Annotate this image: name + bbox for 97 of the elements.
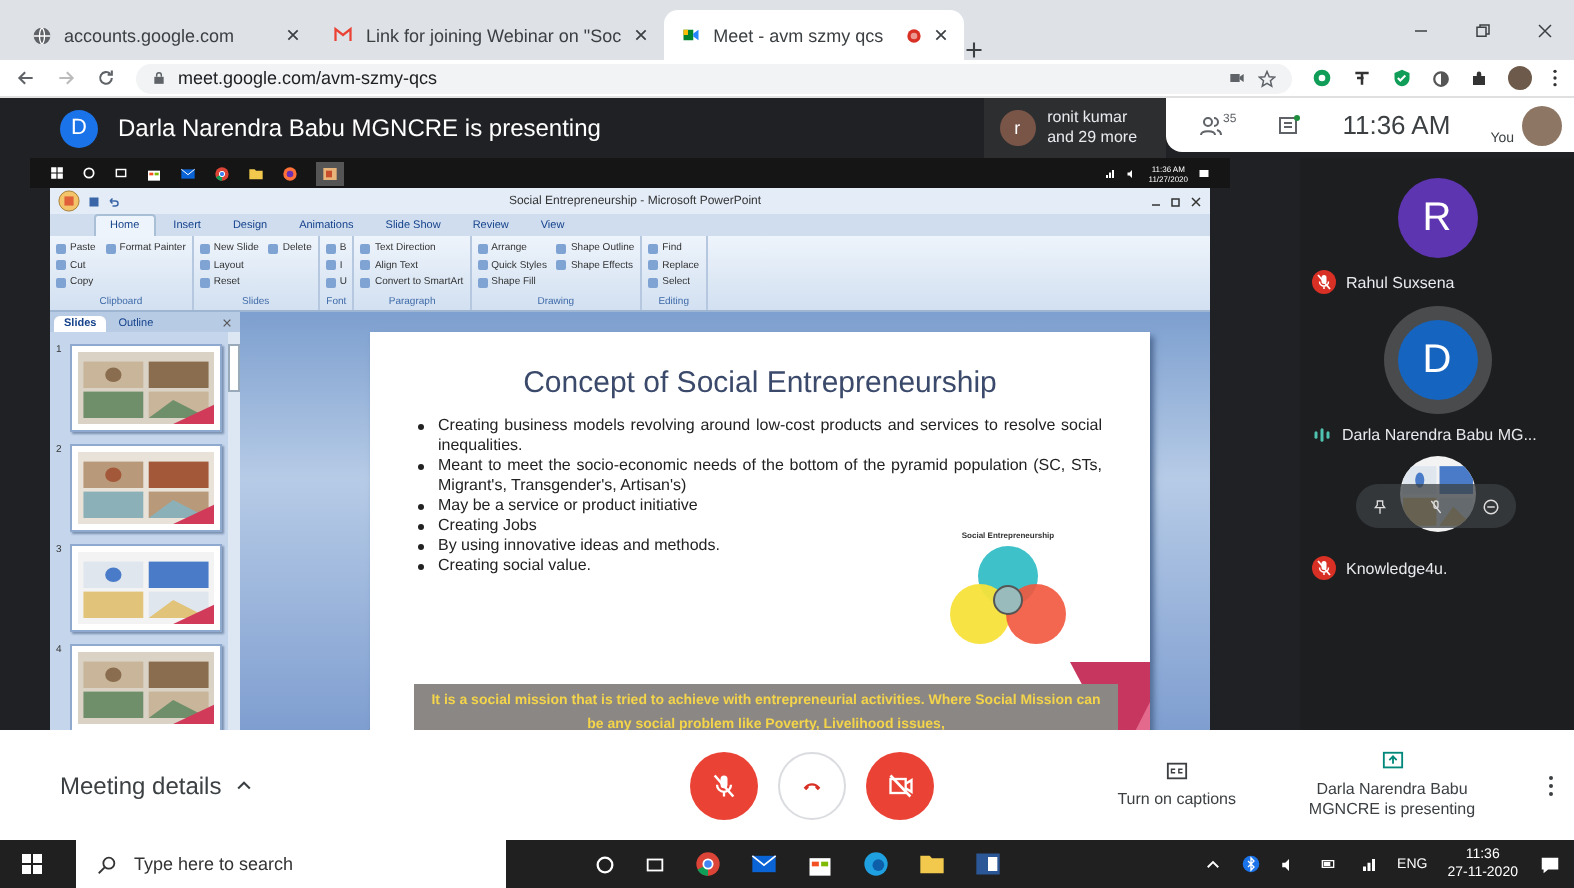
extension-circle-icon[interactable] bbox=[1312, 68, 1332, 88]
bullet-point: Meant to meet the socio-economic needs of the bottom of the pyramid population (SC, STs, Migrant's, Transgender's, Artisan's) bbox=[418, 456, 1102, 496]
store-icon[interactable] bbox=[146, 165, 162, 181]
close-icon[interactable] bbox=[286, 28, 300, 42]
mail-app-icon[interactable] bbox=[750, 850, 778, 878]
chevron-up-icon[interactable] bbox=[1203, 855, 1222, 873]
pin-icon[interactable] bbox=[1372, 497, 1388, 515]
participant-avatar: R bbox=[1397, 178, 1477, 258]
circle-icon[interactable] bbox=[1432, 69, 1450, 87]
bullet-point: May be a service or product initiative bbox=[418, 496, 1102, 516]
camera-off-icon bbox=[885, 771, 915, 799]
undo-icon[interactable] bbox=[108, 195, 120, 207]
notifications-icon[interactable] bbox=[1538, 853, 1562, 875]
search-icon bbox=[96, 853, 118, 875]
camera-icon[interactable] bbox=[1228, 70, 1246, 86]
mic-off-icon[interactable] bbox=[1427, 497, 1443, 515]
more-icon[interactable] bbox=[1548, 773, 1554, 797]
puzzle-icon[interactable] bbox=[1470, 69, 1488, 87]
network-icon bbox=[1104, 167, 1117, 179]
mic-off-icon bbox=[1312, 556, 1336, 580]
people-icon bbox=[1197, 113, 1224, 137]
mail-icon bbox=[332, 26, 354, 44]
participant-name: Rahul Suxsena bbox=[1346, 273, 1455, 291]
firefox-icon[interactable] bbox=[282, 165, 298, 181]
cortana-icon[interactable] bbox=[82, 166, 96, 180]
restore-icon[interactable] bbox=[1474, 21, 1492, 39]
close-icon[interactable] bbox=[633, 28, 648, 42]
participants-chip[interactable]: r ronit kumar and 29 more bbox=[983, 98, 1166, 158]
mic-off-icon bbox=[1312, 270, 1336, 294]
close-icon[interactable] bbox=[1190, 195, 1202, 207]
folder-icon[interactable] bbox=[918, 850, 946, 878]
notification-icon bbox=[1198, 167, 1210, 179]
more-icon[interactable] bbox=[1552, 68, 1558, 88]
office-button-icon[interactable] bbox=[58, 190, 80, 212]
chat-icon[interactable] bbox=[1276, 113, 1303, 137]
folder-icon[interactable] bbox=[248, 165, 264, 181]
bullet-point: Creating social value. bbox=[418, 556, 1102, 576]
participant-name: Darla Narendra Babu MG... bbox=[1342, 426, 1537, 444]
save-icon[interactable] bbox=[88, 195, 100, 207]
slide-title: Concept of Social Entrepreneurship bbox=[521, 366, 999, 400]
slide-thumbnail[interactable] bbox=[70, 444, 222, 532]
participant-avatar: D bbox=[1397, 320, 1477, 400]
video-camera-icon bbox=[679, 26, 702, 44]
presenter-avatar: D bbox=[60, 109, 98, 147]
powerpoint-icon bbox=[322, 165, 338, 181]
shield-check-icon[interactable] bbox=[1392, 68, 1412, 88]
remove-icon[interactable] bbox=[1482, 497, 1500, 515]
present-screen-icon bbox=[1379, 750, 1405, 772]
slide-thumbnail[interactable] bbox=[70, 544, 222, 632]
back-icon[interactable] bbox=[16, 68, 36, 88]
presenter-status: Darla Narendra Babu MGNCRE is presenting bbox=[118, 114, 601, 142]
globe-icon bbox=[32, 25, 52, 45]
scrollbar-thumb[interactable] bbox=[228, 344, 240, 392]
star-icon[interactable] bbox=[1258, 69, 1276, 87]
edge-icon[interactable] bbox=[862, 850, 890, 878]
browser-icon[interactable] bbox=[214, 165, 230, 181]
audio-level-icon bbox=[1312, 426, 1332, 444]
new-tab-icon[interactable] bbox=[963, 40, 984, 60]
lock-icon bbox=[152, 70, 166, 86]
battery-icon[interactable] bbox=[1317, 856, 1340, 872]
presentation-button[interactable]: Darla Narendra Babu MGNCRE is presenting bbox=[1280, 750, 1504, 820]
restore-icon[interactable] bbox=[1170, 195, 1182, 207]
reload-icon[interactable] bbox=[96, 68, 116, 88]
taskbar-search-field[interactable]: Type here to search bbox=[76, 840, 506, 888]
powerpoint-taskbar-button[interactable] bbox=[316, 161, 344, 185]
meeting-clock: 11:36 AM bbox=[1342, 110, 1451, 140]
captions-button[interactable]: Turn on captions bbox=[1117, 760, 1236, 810]
windows-start-icon[interactable] bbox=[20, 852, 44, 876]
task-view-icon[interactable] bbox=[644, 853, 666, 875]
slide-thumbnail[interactable] bbox=[70, 644, 222, 730]
network-icon[interactable] bbox=[1359, 855, 1378, 873]
browser-tab[interactable]: Link for joining Webinar on "Soc bbox=[316, 10, 664, 60]
mail-app-icon[interactable] bbox=[180, 165, 196, 181]
profile-avatar[interactable] bbox=[1508, 66, 1532, 90]
cortana-icon[interactable] bbox=[594, 853, 616, 875]
camera-button[interactable] bbox=[866, 751, 934, 819]
extension-glyph-icon[interactable] bbox=[1352, 68, 1372, 88]
task-view-icon[interactable] bbox=[114, 166, 128, 180]
address-bar[interactable]: meet.google.com/avm-szmy-qcs bbox=[136, 63, 1292, 93]
word-icon[interactable] bbox=[974, 850, 1002, 878]
bluetooth-icon[interactable] bbox=[1241, 854, 1260, 874]
slide-thumbnail[interactable] bbox=[70, 344, 222, 432]
mic-off-icon bbox=[710, 771, 738, 799]
venn-diagram-drawing bbox=[946, 540, 1070, 650]
close-icon[interactable] bbox=[933, 28, 948, 42]
self-avatar bbox=[1522, 105, 1562, 145]
close-icon[interactable] bbox=[1536, 21, 1554, 39]
meeting-details-button[interactable]: Meeting details bbox=[60, 771, 690, 799]
participant-name: Knowledge4u. bbox=[1346, 559, 1448, 577]
browser-tab[interactable]: accounts.google.com bbox=[16, 10, 316, 60]
bullet-point: Creating business models revolving around low-cost products and services to resolve social inequalities. bbox=[418, 416, 1102, 456]
recording-dot-icon bbox=[905, 27, 922, 43]
windows-start-icon[interactable] bbox=[50, 166, 64, 180]
browser-icon[interactable] bbox=[694, 850, 722, 878]
captions-icon bbox=[1163, 760, 1190, 782]
microphone-button[interactable] bbox=[690, 751, 758, 819]
browser-tab[interactable]: Meet - avm szmy qcs bbox=[663, 10, 964, 60]
